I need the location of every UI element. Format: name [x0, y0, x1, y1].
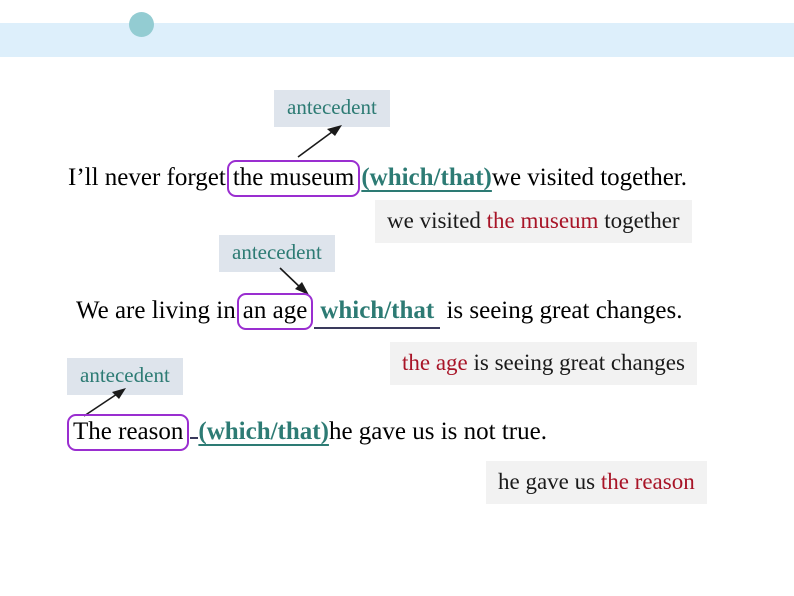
sentence-tail-3: he gave us is not true.	[328, 418, 547, 445]
decorative-dot-icon	[129, 12, 154, 37]
explanation-strip-2: the age is seeing great changes	[390, 342, 697, 385]
antecedent-callout-2: antecedent	[219, 235, 335, 272]
slide-canvas: antecedent I’ll never forget the museum (w…	[0, 0, 794, 596]
connector-arrow-2	[279, 267, 309, 295]
boxed-antecedent-1: the museum	[226, 160, 361, 197]
sentence-lead-1: I’ll never forget	[68, 164, 226, 191]
relative-pronoun-2: which/that	[320, 297, 435, 324]
explanation-after-2: is seeing great changes	[467, 350, 685, 375]
explanation-highlight-3: the reason	[600, 469, 695, 494]
explanation-strip-3: he gave us the reason	[486, 461, 707, 504]
sentence-tail-1: we visited together.	[491, 164, 687, 191]
explanation-before-1: we visited	[387, 208, 487, 233]
relative-pronoun-blank-2: which/that	[314, 297, 441, 329]
example-sentence-2: We are living in an age which/that is seei…	[76, 293, 682, 330]
antecedent-callout-label: antecedent	[287, 95, 377, 119]
sentence-tail-2: is seeing great changes.	[446, 297, 683, 324]
boxed-antecedent-3: The reason	[67, 414, 190, 451]
antecedent-callout-1: antecedent	[274, 90, 390, 127]
connector-arrow-1	[297, 125, 342, 158]
example-sentence-1: I’ll never forget the museum (which/that)w…	[68, 160, 687, 197]
relative-pronoun-1: (which/that)	[361, 164, 492, 191]
explanation-highlight-1: the museum	[486, 208, 599, 233]
example-sentence-3: The reason (which/that)he gave us is not …	[66, 414, 547, 451]
explanation-highlight-2: the age	[402, 350, 468, 375]
relative-pronoun-3: (which/that)	[198, 418, 329, 445]
explanation-before-3: he gave us	[498, 469, 601, 494]
explanation-strip-1: we visited the museum together	[375, 200, 692, 243]
boxed-antecedent-2: an age	[236, 293, 314, 330]
header-band	[0, 23, 794, 57]
antecedent-callout-label: antecedent	[80, 363, 170, 387]
explanation-after-1: together	[598, 208, 680, 233]
antecedent-callout-label: antecedent	[232, 240, 322, 264]
sentence-lead-2: We are living in	[76, 297, 236, 324]
